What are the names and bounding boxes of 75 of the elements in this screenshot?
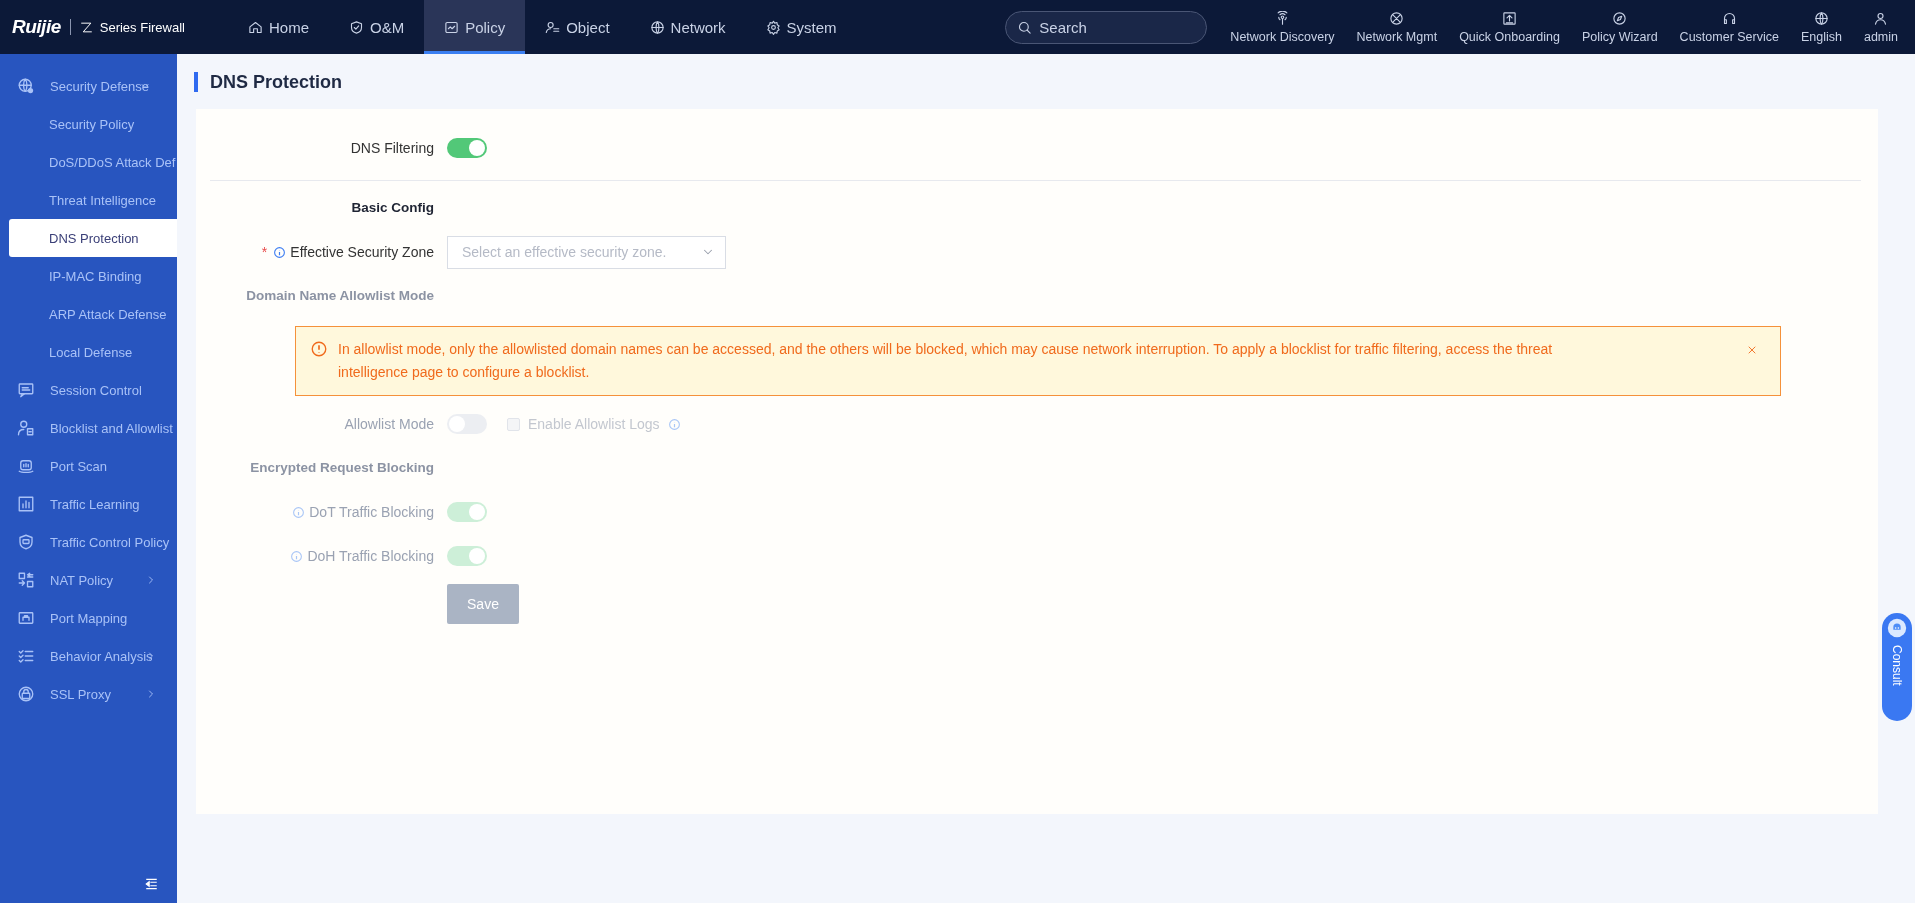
field-label: Allowlist Mode [344,416,434,432]
alert-message: In allowlist mode, only the allowlisted domain names can be accessed, and the others will be blocked, which may cause network interruption. To apply a blocklist for traffic filtering, access the threat intelligence page to configure a blocklist. [338,340,1554,382]
consult-button[interactable]: Consult [1882,613,1912,721]
port-icon [17,609,35,627]
toolbar-button[interactable]: Network Discovery [1219,0,1346,54]
submenu-item[interactable]: IP-MAC Binding [9,257,177,295]
nav-tab[interactable]: Network [629,0,746,54]
submenu-item[interactable]: Local Defense [9,333,177,371]
field-label: DNS Filtering [350,140,434,156]
toolbar-button[interactable]: Network Mgmt [1345,0,1449,54]
checkbox-label: Enable Allowlist Logs [528,416,660,432]
submenu-item[interactable]: DoS/DDoS Attack Def [9,143,177,181]
menu-item[interactable]: SSL Proxy [0,675,177,713]
menu-item[interactable]: Blocklist and Allowlist [0,409,177,447]
logo: Ruijie [12,16,61,38]
search-field[interactable]: Search [1005,10,1208,44]
home-icon [248,19,263,35]
nav-tab[interactable]: System [745,0,857,54]
bar-chart-icon [17,495,35,513]
menu-item[interactable]: Behavior Analysis [0,637,177,675]
menu-item[interactable]: Traffic Control Policy [0,523,177,561]
checklist-icon [17,647,35,665]
product-name: Series Firewall [99,19,185,35]
toolbar-button[interactable]: Policy Wizard [1570,0,1669,54]
menu-item[interactable]: Security Defense [0,67,177,105]
section-heading: Encrypted Request Blocking [249,459,434,477]
settings-icon [765,19,781,35]
field-label: Effective Security Zone [290,244,434,260]
crossed-circle-icon [1389,10,1405,26]
toolbar-button[interactable]: admin [1852,0,1909,54]
toolbar-button[interactable]: Quick Onboarding [1448,0,1571,54]
page-title: DNS Protection [194,72,1878,92]
menu-item[interactable]: Session Control [0,371,177,409]
window-chart-icon [444,19,460,35]
submenu-item[interactable]: DNS Protection [9,219,177,257]
globe-icon [649,19,665,35]
message-screen-icon [17,381,35,399]
menu-item[interactable]: Port Mapping [0,599,177,637]
nav-tab[interactable]: Object [525,0,630,54]
menu-item[interactable]: Port Scan [0,447,177,485]
menu-item[interactable]: Traffic Learning [0,485,177,523]
compass-icon [1612,10,1628,26]
field-label: DoT Traffic Blocking [309,504,434,520]
shield-icon [17,533,35,551]
warning-icon [310,340,328,358]
robot-icon [1886,617,1908,639]
collapse-menu-icon [144,877,159,891]
field-label: DoH Traffic Blocking [307,548,434,564]
required-mark: * [261,244,268,260]
user-icon [1873,10,1889,26]
toggle-switch[interactable] [447,138,487,158]
select-field[interactable]: Select an effective security zone. [447,235,726,269]
section-heading: Domain Name Allowlist Mode [245,287,434,305]
nav-tab[interactable]: Home [228,0,329,54]
globe-plus-icon [17,77,35,95]
menu-item[interactable]: NAT Policy [0,561,177,599]
toolbar-button[interactable]: English [1789,0,1853,54]
lock-circle-icon [17,685,35,703]
user-document-icon [17,419,35,437]
swap-blocks-icon [17,571,35,589]
upload-icon [1502,10,1517,26]
z-icon [79,20,93,34]
user-list-icon [545,19,561,35]
submenu-item[interactable]: Threat Intelligence [9,181,177,219]
globe-icon [1813,10,1829,26]
nav-tab[interactable]: O&M [329,0,425,54]
toolbar-button[interactable]: Customer Service [1668,0,1790,54]
scanner-icon [17,457,35,475]
submenu-item[interactable]: Security Policy [9,105,177,143]
submenu-item[interactable]: ARP Attack Defense [9,295,177,333]
search-icon [1017,19,1033,35]
nav-tab[interactable]: Policy [424,0,526,54]
shield-check-icon [349,19,364,35]
headset-icon [1721,10,1737,26]
section-heading: Basic Config [350,199,434,217]
